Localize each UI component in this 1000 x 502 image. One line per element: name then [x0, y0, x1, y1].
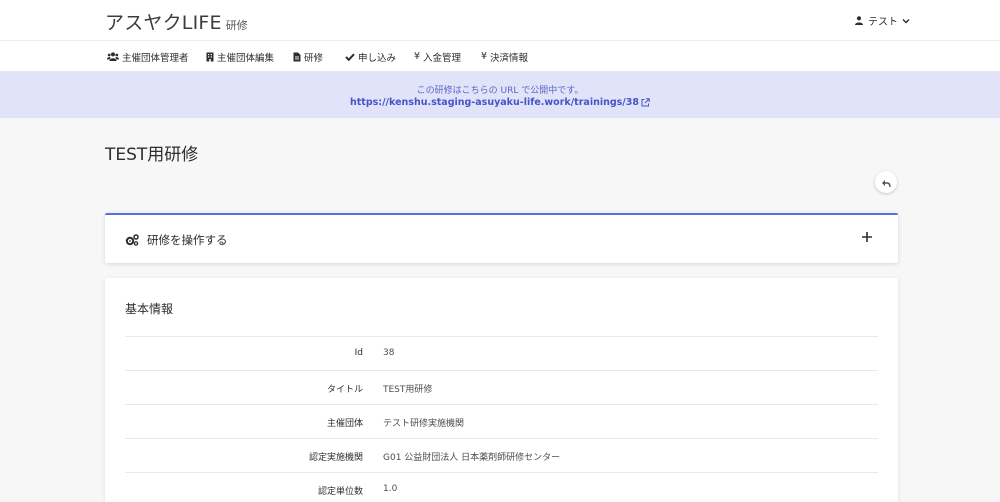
info-value: テスト研修実施機関 — [383, 419, 465, 429]
yen-icon: ¥ — [414, 51, 421, 62]
basic-info-card: 基本情報 Id 38 タイトル TEST用研修 主催団体 テスト研修実施機関 認… — [105, 278, 898, 502]
info-row-id: Id 38 — [125, 336, 878, 370]
public-url-link[interactable]: https://kenshu.staging-asuyaku-life.work… — [0, 97, 1000, 108]
nav-label: 決済情報 — [490, 52, 529, 64]
public-url-text: https://kenshu.staging-asuyaku-life.work… — [349, 97, 640, 108]
users-icon — [107, 52, 119, 61]
nav-label: 主催団体編集 — [217, 52, 275, 64]
info-label: 主催団体 — [326, 419, 363, 429]
external-link-icon — [641, 98, 650, 107]
user-name: テスト — [868, 17, 898, 28]
brand-name: アスヤクLIFE — [105, 12, 222, 34]
info-label: 認定実施機関 — [308, 453, 363, 463]
info-value: G01 公益財団法人 日本薬剤師研修センター — [383, 453, 561, 463]
plus-icon — [862, 227, 872, 246]
info-row-organizer: 主催団体 テスト研修実施機関 — [125, 404, 878, 438]
back-button[interactable] — [875, 171, 897, 193]
user-icon — [855, 16, 863, 25]
brand-subtitle: 研修 — [225, 19, 248, 32]
info-row-credits: 認定単位数 1.0 — [125, 472, 878, 502]
nav-label: 研修 — [304, 52, 324, 64]
top-bar: アスヤクLIFE 研修 テスト — [0, 0, 1000, 40]
chevron-down-icon — [902, 18, 910, 24]
nav-item-organizer-edit[interactable]: 主催団体編集 — [206, 41, 274, 72]
nav-label: 入金管理 — [423, 52, 462, 64]
info-label: 認定単位数 — [317, 487, 363, 497]
nav-item-settlement-info[interactable]: ¥ 決済情報 — [481, 41, 528, 72]
operations-title: 研修を操作する — [147, 233, 228, 247]
brand-logo[interactable]: アスヤクLIFE 研修 — [105, 8, 248, 35]
file-icon — [293, 52, 301, 62]
nav-item-organizer-admins[interactable]: 主催団体管理者 — [107, 41, 189, 72]
info-value: TEST用研修 — [383, 385, 433, 395]
nav-item-trainings[interactable]: 研修 — [293, 41, 323, 72]
info-value: 38 — [383, 348, 395, 358]
public-url-banner: この研修はこちらの URL で公開中です。 https://kenshu.sta… — [0, 72, 1000, 118]
info-row-accreditor: 認定実施機関 G01 公益財団法人 日本薬剤師研修センター — [125, 438, 878, 472]
training-operations-panel[interactable]: 研修を操作する — [105, 213, 898, 263]
info-value: 1.0 — [383, 484, 398, 494]
reply-icon — [881, 173, 891, 192]
basic-info-title: 基本情報 — [125, 302, 174, 316]
yen-icon: ¥ — [481, 51, 488, 62]
user-menu[interactable]: テスト — [855, 13, 910, 28]
operations-header: 研修を操作する — [125, 232, 228, 248]
nav-item-payment-management[interactable]: ¥ 入金管理 — [414, 41, 461, 72]
nav-label: 主催団体管理者 — [122, 52, 189, 64]
nav-item-applications[interactable]: 申し込み — [345, 41, 396, 72]
page-title: TEST用研修 — [105, 145, 199, 165]
building-icon — [206, 52, 214, 62]
main-nav: 主催団体管理者 主催団体編集 研修 申し込み ¥ 入金管理 ¥ 決済情報 — [0, 40, 1000, 72]
banner-text: この研修はこちらの URL で公開中です。 — [416, 86, 584, 96]
info-label: タイトル — [326, 385, 363, 395]
check-icon — [345, 53, 355, 61]
nav-label: 申し込み — [358, 52, 397, 64]
info-label: Id — [354, 348, 363, 358]
gears-icon — [125, 234, 139, 246]
expand-button[interactable] — [860, 229, 874, 243]
info-row-title: タイトル TEST用研修 — [125, 370, 878, 404]
